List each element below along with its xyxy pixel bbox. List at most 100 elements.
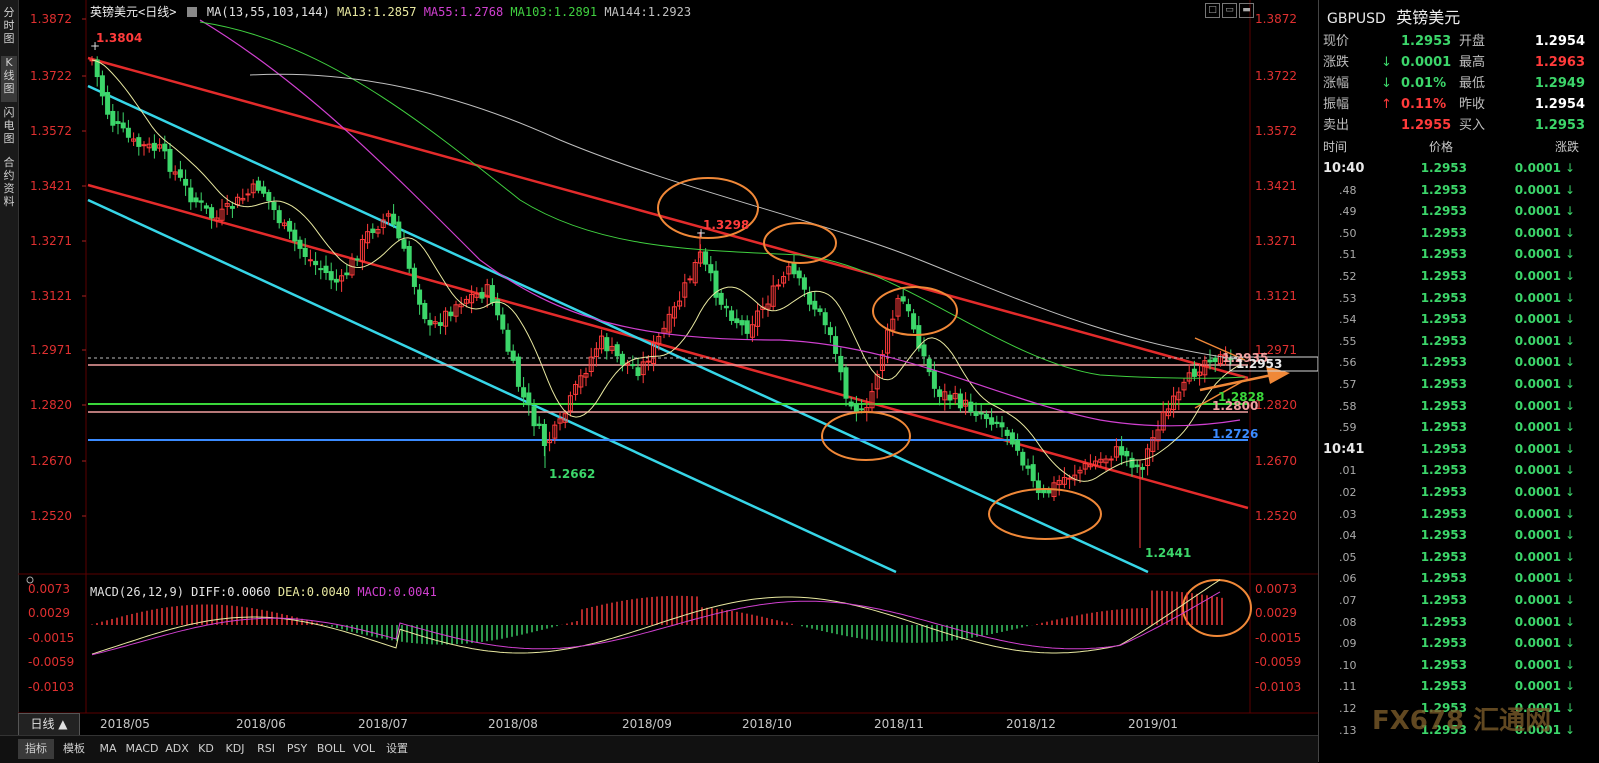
- tick-time: 10:40: [1323, 161, 1365, 176]
- tick-change: 0.0001: [1514, 398, 1561, 413]
- price-axis-label-left: 1.3572: [30, 124, 72, 138]
- candle-body: [391, 213, 397, 225]
- candle-body: [807, 292, 813, 305]
- tick-row[interactable]: .56 1.2953 0.0001 ↓: [1319, 352, 1599, 373]
- instrument-name: 英镑美元<日线>: [90, 5, 177, 19]
- tick-row[interactable]: .06 1.2953 0.0001 ↓: [1319, 568, 1599, 589]
- candle-body: [619, 353, 625, 365]
- ma13-line: [91, 59, 1241, 482]
- tick-row[interactable]: .01 1.2953 0.0001 ↓: [1319, 460, 1599, 481]
- candle-body: [791, 263, 797, 275]
- candle-body: [827, 327, 833, 336]
- tick-change: 0.0001: [1514, 463, 1561, 478]
- candle-body: [978, 412, 984, 415]
- candle-body: [947, 394, 953, 401]
- price-axis-label-right: 1.3872: [1255, 12, 1297, 26]
- tick-row[interactable]: .53 1.2953 0.0001 ↓: [1319, 288, 1599, 309]
- tick-price: 1.2953: [1420, 204, 1467, 219]
- down-arrow-icon: ↓: [1565, 614, 1576, 629]
- tick-row[interactable]: .50 1.2953 0.0001 ↓: [1319, 223, 1599, 244]
- tick-price: 1.2953: [1420, 441, 1467, 456]
- candle-body: [266, 192, 272, 202]
- ma55-value: MA55:1.2768: [423, 5, 504, 19]
- tick-row[interactable]: 10:40 1.2953 0.0001 ↓: [1319, 158, 1599, 179]
- indicator-tab-10[interactable]: VOL: [350, 739, 378, 759]
- quote-value: 0.01%: [1401, 76, 1447, 91]
- chart-area[interactable]: 1.3872 1.3872 1.3722 1.3722 1.3572 1.3572 1.34…: [0, 0, 1318, 735]
- symbol-name: 英镑美元: [1396, 8, 1461, 27]
- period-selector-button[interactable]: 日线 ▲: [18, 713, 80, 737]
- price-axis-label-right: 1.3722: [1255, 69, 1297, 83]
- candles-group: [89, 55, 1234, 501]
- candle-body: [105, 92, 111, 115]
- indicator-tab-8[interactable]: PSY: [282, 739, 312, 759]
- window-restore-button[interactable]: □: [1205, 3, 1220, 18]
- indicator-tab-3[interactable]: MACD: [124, 739, 160, 759]
- candle-body: [489, 285, 495, 303]
- tick-row[interactable]: .07 1.2953 0.0001 ↓: [1319, 590, 1599, 611]
- tick-price: 1.2953: [1420, 485, 1467, 499]
- tick-row[interactable]: .09 1.2953 0.0001 ↓: [1319, 633, 1599, 654]
- tick-change: 0.0001: [1514, 290, 1561, 305]
- tick-change: 0.0001: [1514, 420, 1561, 435]
- down-arrow-icon: ↓: [1565, 657, 1576, 672]
- quote-panel: GBPUSD 英镑美元 现价 1.2953 开盘 1.2954 涨跌 ↓ 0.0001 最高 1…: [1318, 0, 1599, 762]
- tick-row[interactable]: .58 1.2953 0.0001 ↓: [1319, 396, 1599, 417]
- price-axis-label-right: 1.3271: [1255, 234, 1297, 248]
- window-max-button[interactable]: ▭: [1222, 3, 1237, 18]
- candle-body: [905, 304, 911, 312]
- tick-row[interactable]: 10:41 1.2953 0.0001 ↓: [1319, 439, 1599, 460]
- candle-body: [1129, 457, 1135, 468]
- price-axis-label-right: 1.3421: [1255, 179, 1297, 193]
- candle-body: [931, 370, 937, 389]
- level-label-2800: 1.2800: [1212, 399, 1258, 413]
- candle-body: [744, 320, 750, 334]
- tick-time: .54: [1339, 313, 1357, 327]
- tick-row[interactable]: .04 1.2953 0.0001 ↓: [1319, 525, 1599, 546]
- tick-time: .51: [1339, 248, 1357, 262]
- candle-body: [1207, 359, 1213, 363]
- candle-body: [354, 258, 360, 261]
- indicator-tab-5[interactable]: KD: [194, 739, 218, 759]
- down-arrow-icon: ↓: [1565, 312, 1576, 327]
- quote-value: 1.2953: [1534, 118, 1585, 133]
- candle-body: [515, 356, 521, 387]
- window-min-button[interactable]: ▬: [1239, 3, 1254, 18]
- time-axis-label: 2018/11: [874, 717, 924, 731]
- tick-row[interactable]: .51 1.2953 0.0001 ↓: [1319, 244, 1599, 265]
- tick-row[interactable]: .11 1.2953 0.0001 ↓: [1319, 676, 1599, 697]
- tick-row[interactable]: .02 1.2953 0.0001 ↓: [1319, 482, 1599, 503]
- indicator-tab-2[interactable]: MA: [94, 739, 122, 759]
- tick-row[interactable]: .57 1.2953 0.0001 ↓: [1319, 374, 1599, 395]
- indicator-tab-4[interactable]: ADX: [162, 739, 192, 759]
- tick-price: 1.2953: [1420, 549, 1467, 564]
- indicator-tab-1[interactable]: 模板: [56, 739, 92, 759]
- high-marker-icon: +: [90, 39, 100, 53]
- tick-row[interactable]: .08 1.2953 0.0001 ↓: [1319, 612, 1599, 633]
- indicator-tab-11[interactable]: 设置: [380, 739, 414, 759]
- candle-body: [859, 408, 865, 411]
- tick-row[interactable]: .52 1.2953 0.0001 ↓: [1319, 266, 1599, 287]
- indicator-tab-9[interactable]: BOLL: [314, 739, 348, 759]
- tick-row[interactable]: .54 1.2953 0.0001 ↓: [1319, 309, 1599, 330]
- candle-body: [1108, 458, 1114, 461]
- tick-row[interactable]: .05 1.2953 0.0001 ↓: [1319, 547, 1599, 568]
- tick-price: 1.2953: [1420, 528, 1467, 543]
- tick-row[interactable]: .49 1.2953 0.0001 ↓: [1319, 201, 1599, 222]
- indicator-tab-7[interactable]: RSI: [252, 739, 280, 759]
- tick-row[interactable]: .10 1.2953 0.0001 ↓: [1319, 655, 1599, 676]
- tick-change: 0.0001: [1514, 333, 1561, 348]
- tick-row[interactable]: .55 1.2953 0.0001 ↓: [1319, 331, 1599, 352]
- quote-label: 卖出: [1323, 118, 1350, 133]
- tick-row[interactable]: .59 1.2953 0.0001 ↓: [1319, 417, 1599, 438]
- tick-price: 1.2953: [1420, 657, 1467, 672]
- tick-price: 1.2953: [1420, 225, 1467, 240]
- indicator-tab-6[interactable]: KDJ: [220, 739, 250, 759]
- down-arrow-icon: ↓: [1565, 225, 1576, 240]
- low-label-2: 1.2441: [1145, 546, 1191, 560]
- indicator-tab-0[interactable]: 指标: [18, 739, 54, 759]
- tick-row[interactable]: .03 1.2953 0.0001 ↓: [1319, 504, 1599, 525]
- tick-row[interactable]: .48 1.2953 0.0001 ↓: [1319, 180, 1599, 201]
- ma-settings-icon[interactable]: [186, 7, 197, 17]
- price-axis-label-left: 1.3271: [30, 234, 72, 248]
